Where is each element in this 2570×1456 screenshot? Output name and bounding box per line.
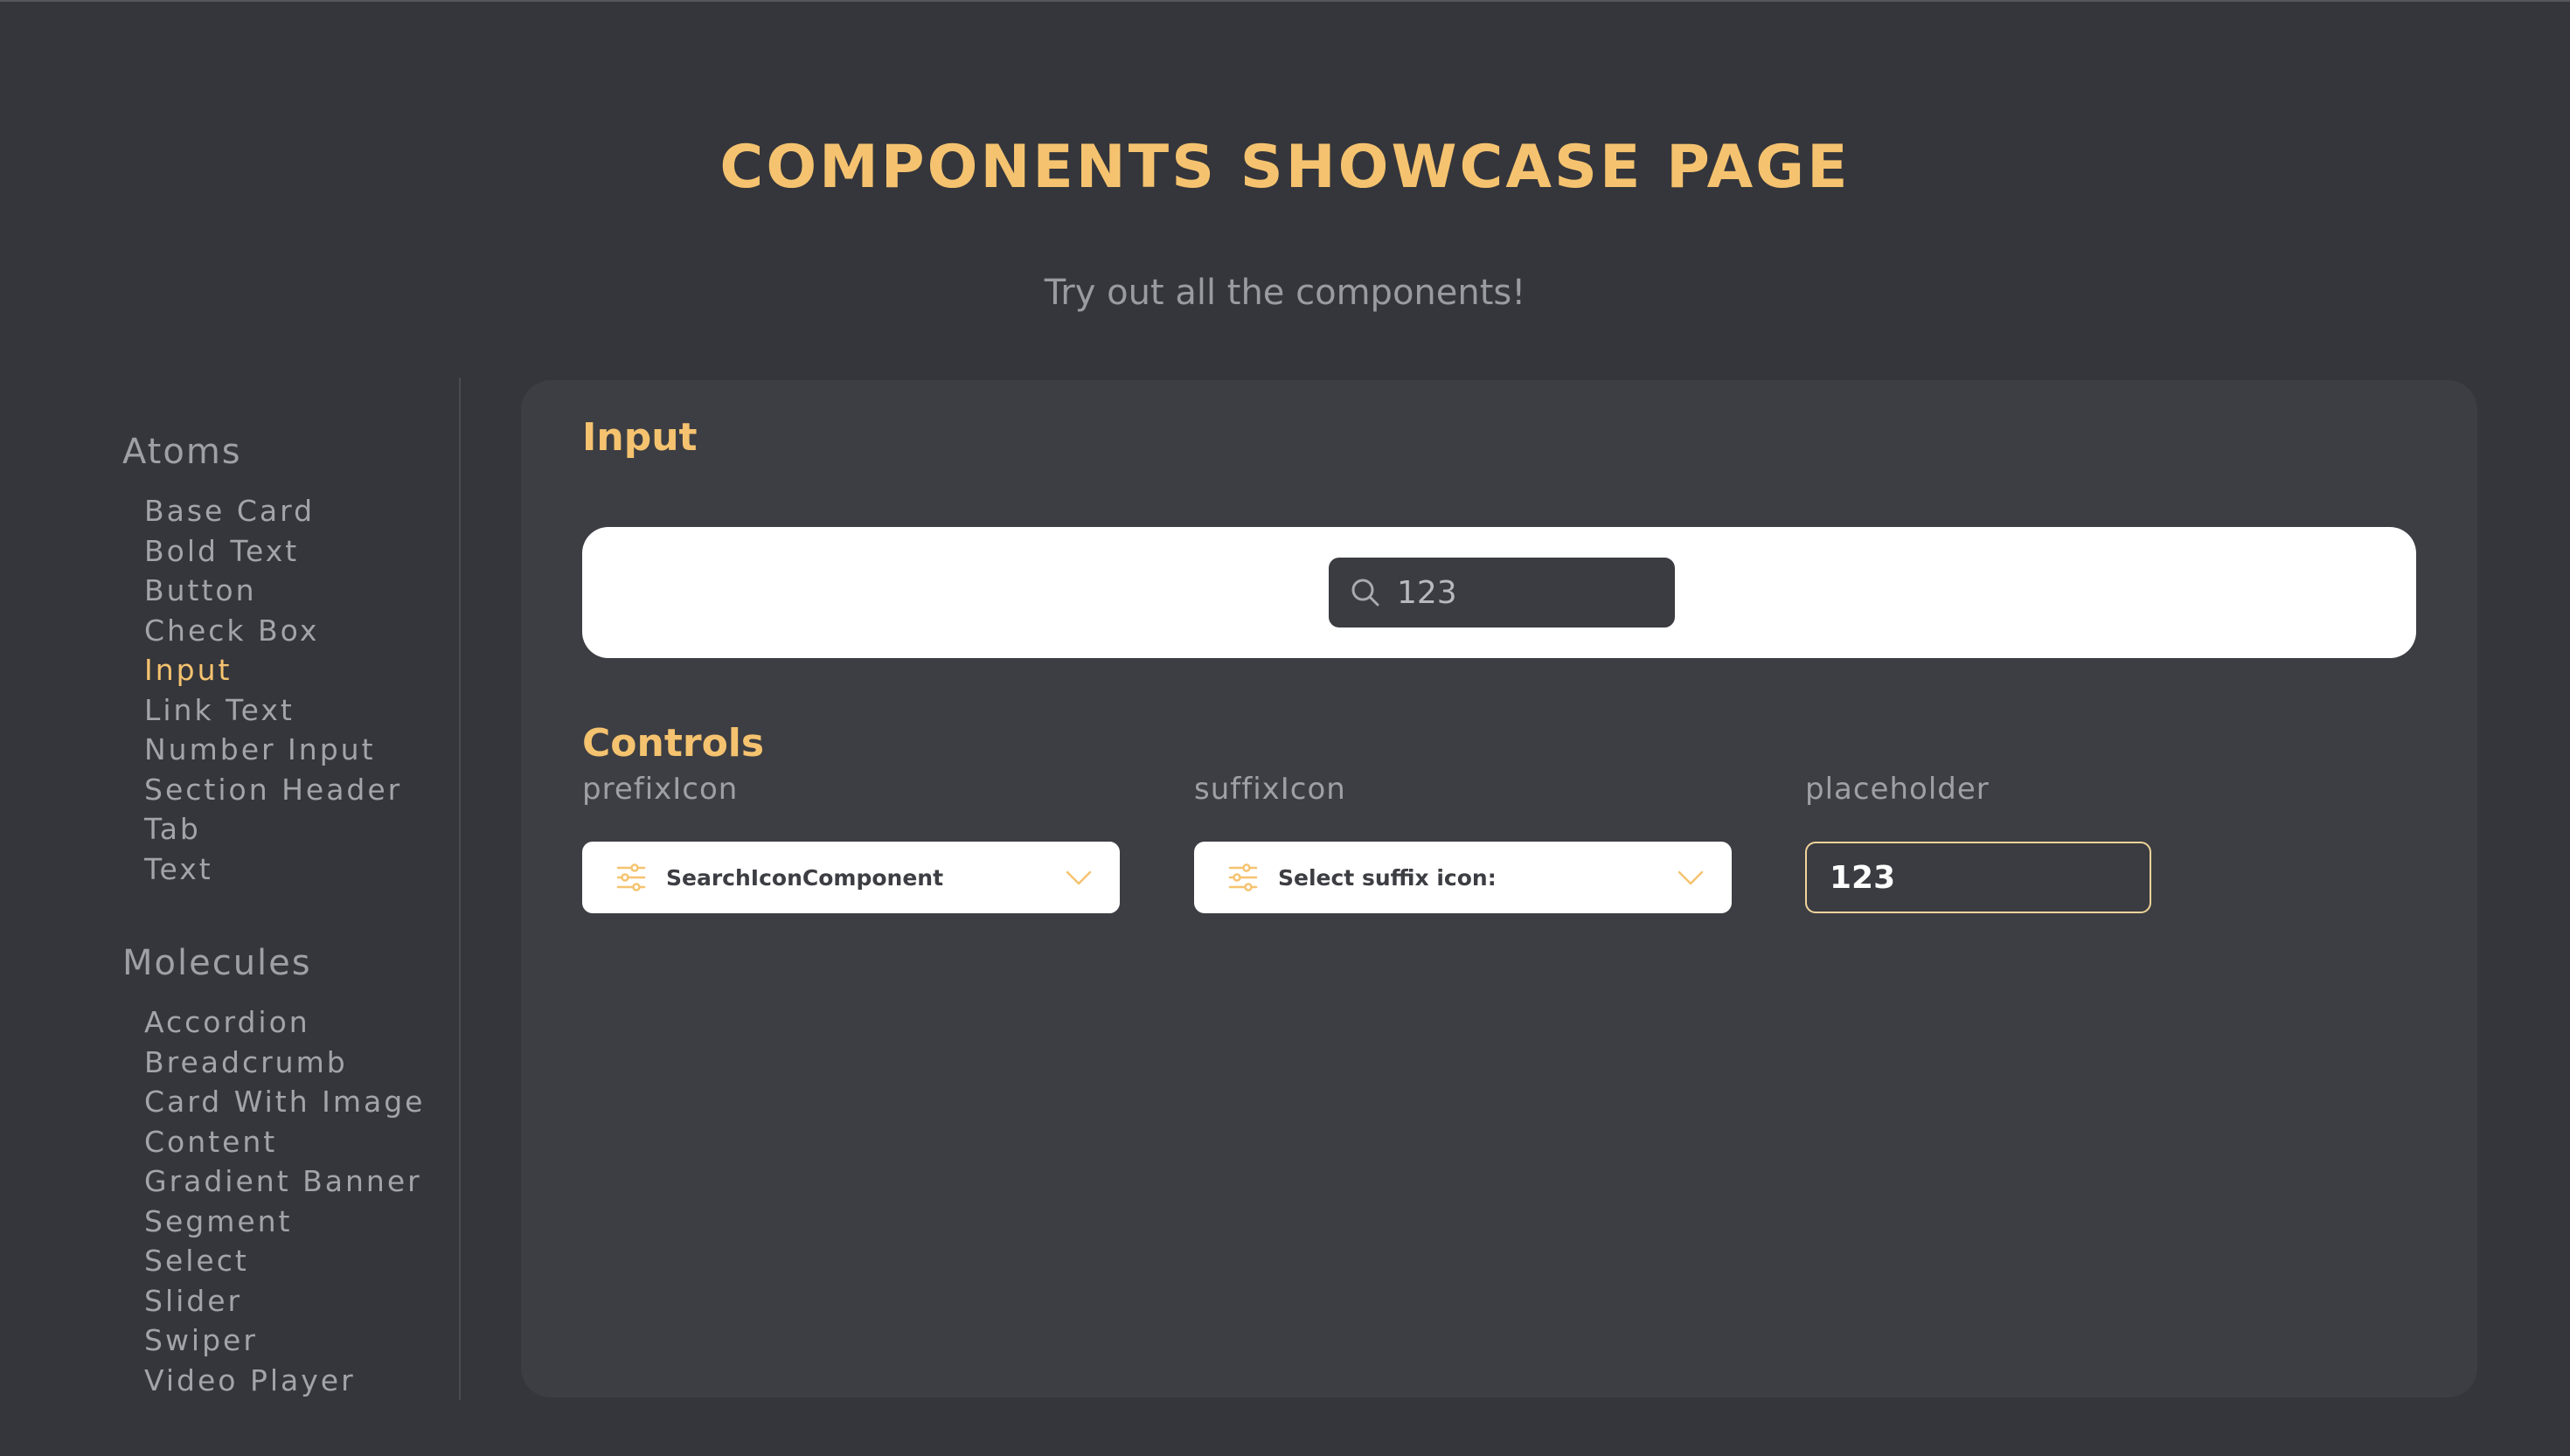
page-subtitle: Try out all the components! [1044, 273, 1526, 313]
section-title-controls: Controls [582, 721, 765, 766]
control-label-suffix-icon: suffixIcon [1194, 772, 1346, 807]
sidebar-item-bold-text[interactable]: Bold Text [144, 531, 459, 572]
sidebar-item-number-input[interactable]: Number Input [144, 730, 459, 770]
chevron-down-icon [1062, 861, 1095, 894]
sidebar-group-title-atoms: Atoms [122, 432, 242, 472]
placeholder-input[interactable] [1830, 859, 2127, 896]
section-title-input: Input [582, 415, 698, 460]
sidebar-item-select[interactable]: Select [144, 1241, 459, 1281]
sidebar-item-tab[interactable]: Tab [144, 809, 459, 849]
placeholder-text-field[interactable] [1805, 842, 2151, 913]
input-preview-area [582, 527, 2416, 658]
sidebar-item-breadcrumb[interactable]: Breadcrumb [144, 1043, 459, 1083]
sidebar-item-text[interactable]: Text [144, 849, 459, 890]
sidebar-item-swiper[interactable]: Swiper [144, 1321, 459, 1361]
main-panel: Input Controls prefixIcon [521, 380, 2477, 1397]
sidebar-item-section-header[interactable]: Section Header [144, 770, 459, 810]
sidebar-list-molecules: Accordion Breadcrumb Card With Image Con… [144, 1002, 459, 1400]
prefix-icon-select[interactable]: SearchIconComponent [582, 842, 1120, 913]
preview-search-input[interactable] [1329, 558, 1675, 627]
prefix-icon-select-value: SearchIconComponent [666, 864, 944, 891]
sidebar-item-video-player[interactable]: Video Player [144, 1361, 459, 1401]
sidebar-item-segment[interactable]: Segment [144, 1202, 459, 1242]
sidebar-nav: Atoms Base Card Bold Text Button Check B… [122, 378, 461, 1400]
suffix-icon-select-value: Select suffix icon: [1278, 864, 1497, 891]
sliders-icon [615, 862, 647, 893]
sidebar-item-link-text[interactable]: Link Text [144, 690, 459, 731]
chevron-down-icon [1674, 861, 1707, 894]
sidebar-list-atoms: Base Card Bold Text Button Check Box Inp… [144, 491, 459, 889]
control-placeholder: placeholder [1805, 772, 2151, 913]
page-title: COMPONENTS SHOWCASE PAGE [719, 133, 1851, 202]
suffix-icon-select[interactable]: Select suffix icon: [1194, 842, 1732, 913]
control-label-prefix-icon: prefixIcon [582, 772, 739, 807]
sidebar-item-base-card[interactable]: Base Card [144, 491, 459, 531]
preview-input-field[interactable] [1397, 574, 1659, 611]
sidebar-item-button[interactable]: Button [144, 571, 459, 611]
sidebar-item-input[interactable]: Input [144, 650, 459, 690]
showcase-page: COMPONENTS SHOWCASE PAGE Try out all the… [0, 0, 2570, 1456]
search-icon [1348, 575, 1383, 610]
sidebar-item-check-box[interactable]: Check Box [144, 611, 459, 651]
sidebar-group-title-molecules: Molecules [122, 943, 312, 983]
sidebar-item-card-with-image-content[interactable]: Card With Image Content [144, 1082, 459, 1161]
sidebar-item-card-with-image-content-label: Card With Image Content [144, 1085, 426, 1159]
control-label-placeholder: placeholder [1805, 772, 1990, 807]
control-prefix-icon: prefixIcon SearchIconComponent [582, 772, 1120, 913]
sidebar-item-slider[interactable]: Slider [144, 1281, 459, 1321]
sidebar-item-gradient-banner[interactable]: Gradient Banner [144, 1161, 459, 1202]
sliders-icon [1227, 862, 1259, 893]
control-suffix-icon: suffixIcon Select suffix icon: [1194, 772, 1732, 913]
sidebar-item-accordion[interactable]: Accordion [144, 1002, 459, 1043]
